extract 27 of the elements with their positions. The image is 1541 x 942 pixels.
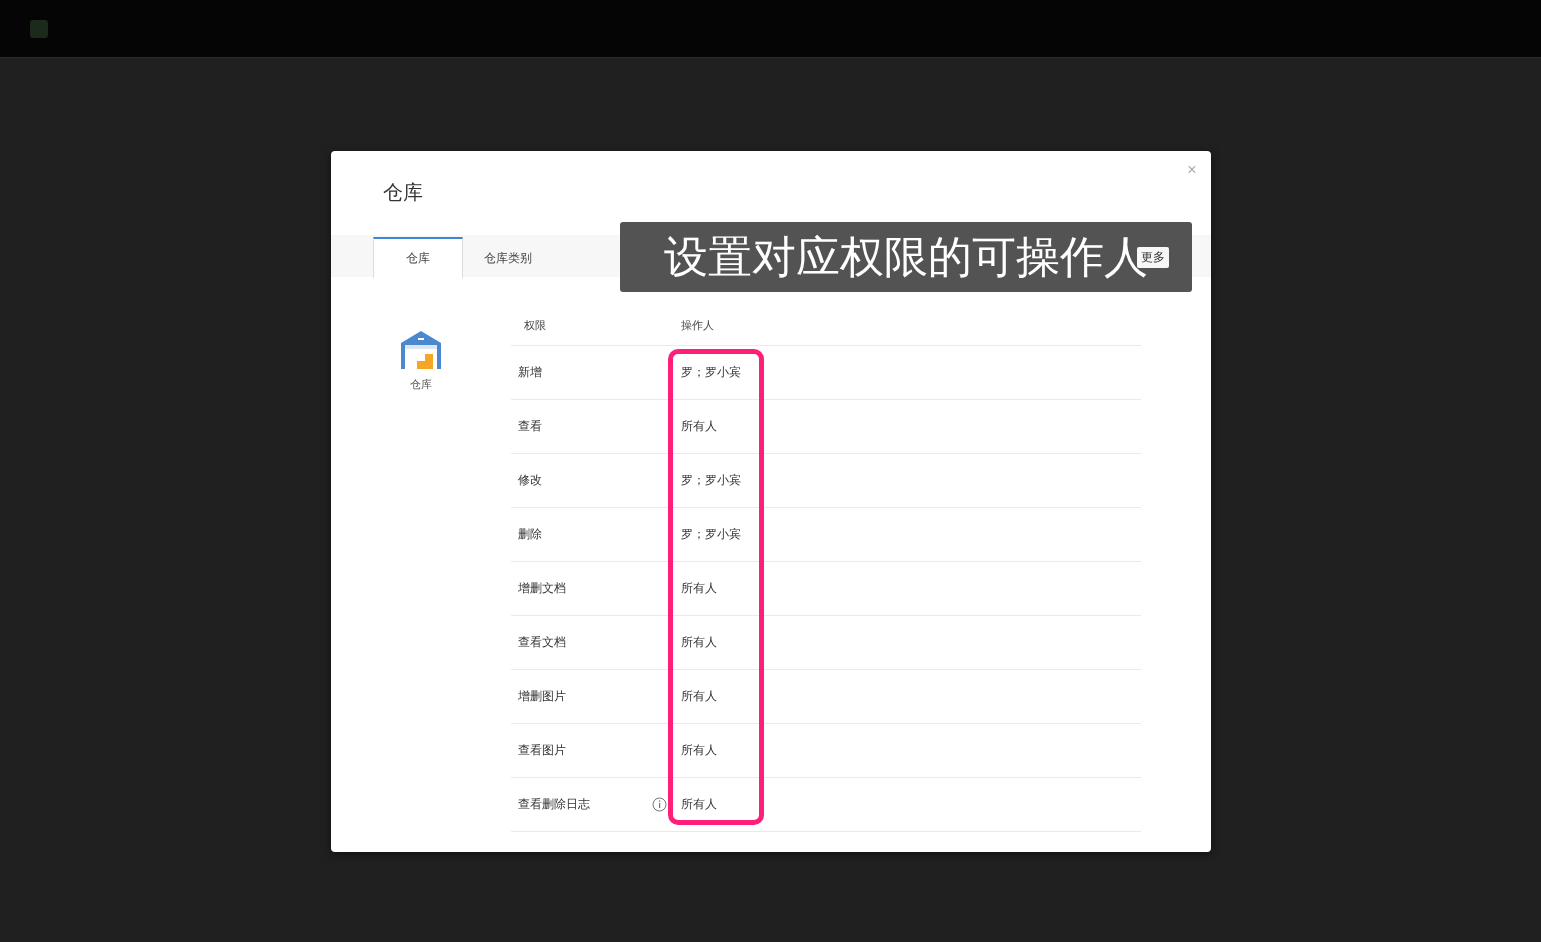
- tab[interactable]: 仓库类别: [462, 237, 553, 278]
- operator-cell-text: 罗；罗小宾: [680, 472, 742, 489]
- permission-cell: 增删图片: [517, 688, 566, 705]
- permission-cell: 查看删除日志: [517, 796, 590, 813]
- permission-cell: 新增: [517, 364, 542, 381]
- warehouse-icon: [400, 331, 441, 369]
- column-header: 权限: [522, 317, 547, 333]
- operator-cell-text: 罗；罗小宾: [680, 364, 742, 381]
- operator-cell-text: 所有人: [680, 742, 718, 759]
- sidebar-label: 仓库: [409, 377, 432, 392]
- dialog-title: 仓库: [382, 179, 423, 206]
- permission-cell: 删除: [517, 526, 542, 543]
- tab[interactable]: 仓库: [372, 237, 463, 278]
- operator-cell-text: 所有人: [680, 634, 718, 651]
- permission-cell: 查看: [517, 418, 542, 435]
- info-icon[interactable]: [651, 797, 667, 812]
- permission-cell: 增删文档: [517, 580, 566, 597]
- permission-cell: 查看图片: [517, 742, 566, 759]
- operator-cell-text: 所有人: [680, 796, 718, 813]
- permission-cell: 修改: [517, 472, 542, 489]
- operator-cell-text: 所有人: [680, 688, 718, 705]
- column-header: 操作人: [680, 317, 715, 333]
- permission-cell: 查看文档: [517, 634, 566, 651]
- operator-cell-text: 所有人: [680, 418, 718, 435]
- operator-cell-text: 所有人: [680, 580, 718, 597]
- operator-cell-text: 罗；罗小宾: [680, 526, 742, 543]
- logo-icon: [30, 19, 48, 38]
